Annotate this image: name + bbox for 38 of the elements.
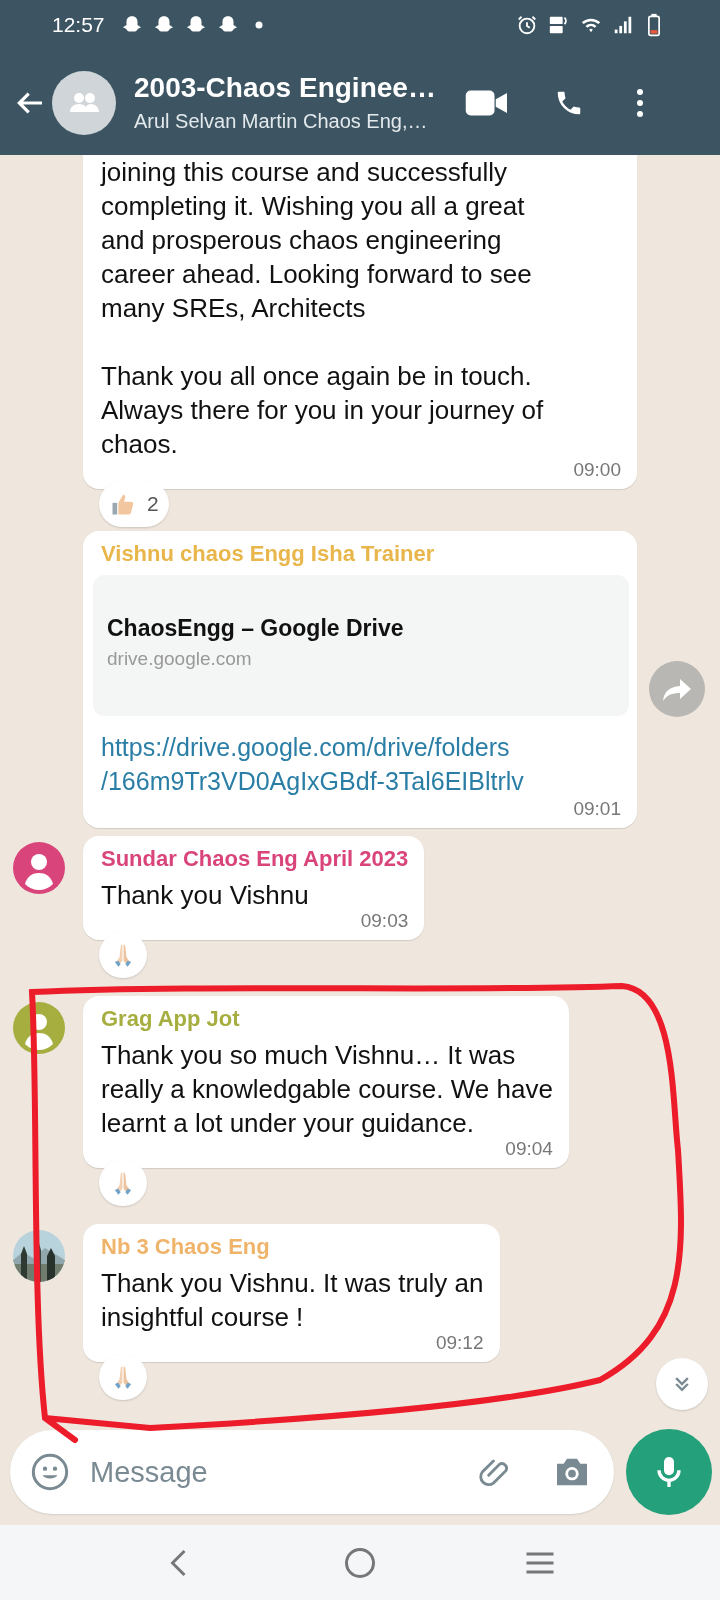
message-bubble[interactable]: Vishnu chaos Engg Isha Trainer ChaosEngg – Google Drive drive.google.com https://drive.google.com/drive/folders /166m9Tr3VD0AgIxGBdf-3Tal6EIBltrlv 09:01 [83,531,637,828]
sender-name: Vishnu chaos Engg Isha Trainer [101,541,436,567]
reaction-count: 2 [147,492,159,516]
message-text: Thank you Vishnu. It was truly an insightful course ! [101,1267,484,1334]
participants-subtitle: Arul Selvan Martin Chaos Eng,… [134,110,429,133]
emoji-icon[interactable] [30,1452,70,1492]
preview-title: ChaosEngg – Google Drive [107,615,405,642]
more-options-icon[interactable] [636,87,644,118]
preview-domain: drive.google.com [107,648,253,670]
message-field[interactable]: Message [10,1430,614,1514]
battery-icon [648,13,660,37]
scroll-down-button[interactable] [656,1358,708,1410]
link-preview[interactable]: ChaosEngg – Google Drive drive.google.com [93,575,629,716]
link-text[interactable]: https://drive.google.com/drive/folders /166m9Tr3VD0AgIxGBdf-3Tal6EIBltrlv [101,730,621,798]
message-time: 09:12 [435,1332,484,1354]
sender-name: Nb 3 Chaos Eng [101,1234,271,1260]
alarm-icon [516,14,538,36]
sender-name: Grag App Jot [101,1006,241,1032]
message-bubble[interactable] [83,155,637,489]
message-text: Thank you Vishnu [101,879,310,912]
contact-avatar[interactable] [12,1002,65,1054]
message-bubble[interactable]: Sundar Chaos Eng April 2023 Thank you Vishnu 09:03 [83,836,425,940]
status-time: 12:57 [52,13,105,37]
chat-title[interactable]: 2003-Chaos Enginee… [134,72,464,104]
sender-name: Sundar Chaos Eng April 2023 [101,846,409,872]
message-bubble[interactable]: Grag App Jot Thank you so much Vishnu… It was really a knowledgable course. We have learnt a lot under your guidance. 09:04 [83,996,569,1168]
message-time: 09:00 [573,459,621,481]
contact-avatar[interactable] [12,842,65,894]
message-bubble[interactable]: Nb 3 Chaos Eng Thank you Vishnu. It was truly an insightful course ! 09:12 [83,1224,500,1362]
message-text: joining this course and successfully completing it. Wishing you all a great and prosperous chaos engineering career ahead. Looking forward to see many SREs, Architects Thank you all once again be in touch. Always there for you in your journey of chaos. [101,156,545,461]
message-text: Thank you so much Vishnu… It was really a knowledgable course. We have learnt a lot under your guidance. [101,1039,553,1140]
message-time: 09:01 [573,798,621,820]
reaction-pill[interactable]: 2 [99,481,169,527]
message-time: 09:03 [360,910,409,932]
signal-icon [612,14,634,36]
message-time: 09:04 [505,1138,553,1160]
notification-dot-icon [254,21,263,29]
message-input[interactable]: Message [88,1454,476,1490]
